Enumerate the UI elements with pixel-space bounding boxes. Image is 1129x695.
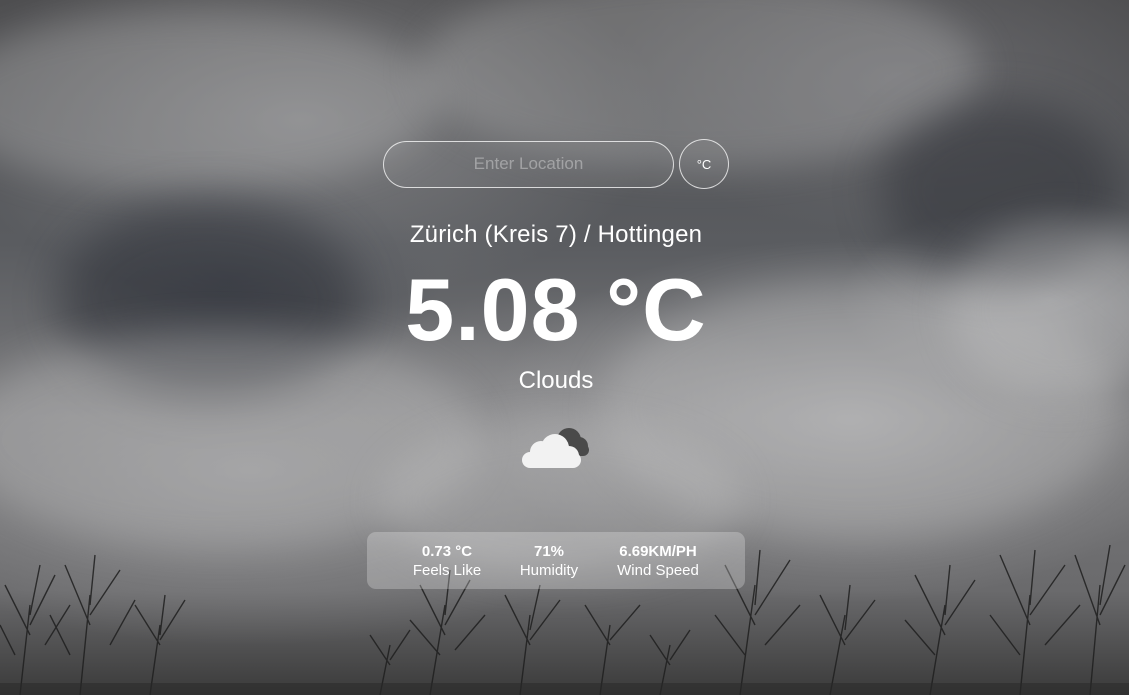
cloudy-icon bbox=[522, 428, 589, 468]
feels-like-value: 0.73 °C bbox=[421, 542, 473, 560]
search-row: °C bbox=[383, 139, 729, 189]
humidity-value: 71% bbox=[533, 542, 565, 560]
humidity-label: Humidity bbox=[519, 561, 579, 579]
wind-speed-stat: 6.69KM/PH Wind Speed bbox=[615, 542, 701, 580]
unit-toggle-button[interactable]: °C bbox=[679, 139, 729, 189]
wind-speed-label: Wind Speed bbox=[617, 561, 699, 579]
weather-condition: Clouds bbox=[518, 367, 594, 394]
feels-like-label: Feels Like bbox=[412, 561, 482, 579]
wind-speed-value: 6.69KM/PH bbox=[619, 542, 697, 560]
humidity-stat: 71% Humidity bbox=[517, 542, 581, 580]
feels-like-stat: 0.73 °C Feels Like bbox=[411, 542, 483, 580]
location-name: Zürich (Kreis 7) / Hottingen bbox=[409, 221, 703, 248]
current-temperature: 5.08 °C bbox=[405, 260, 707, 359]
location-search-input[interactable] bbox=[383, 140, 674, 188]
weather-stats-panel: 0.73 °C Feels Like 71% Humidity 6.69KM/P… bbox=[367, 532, 745, 589]
